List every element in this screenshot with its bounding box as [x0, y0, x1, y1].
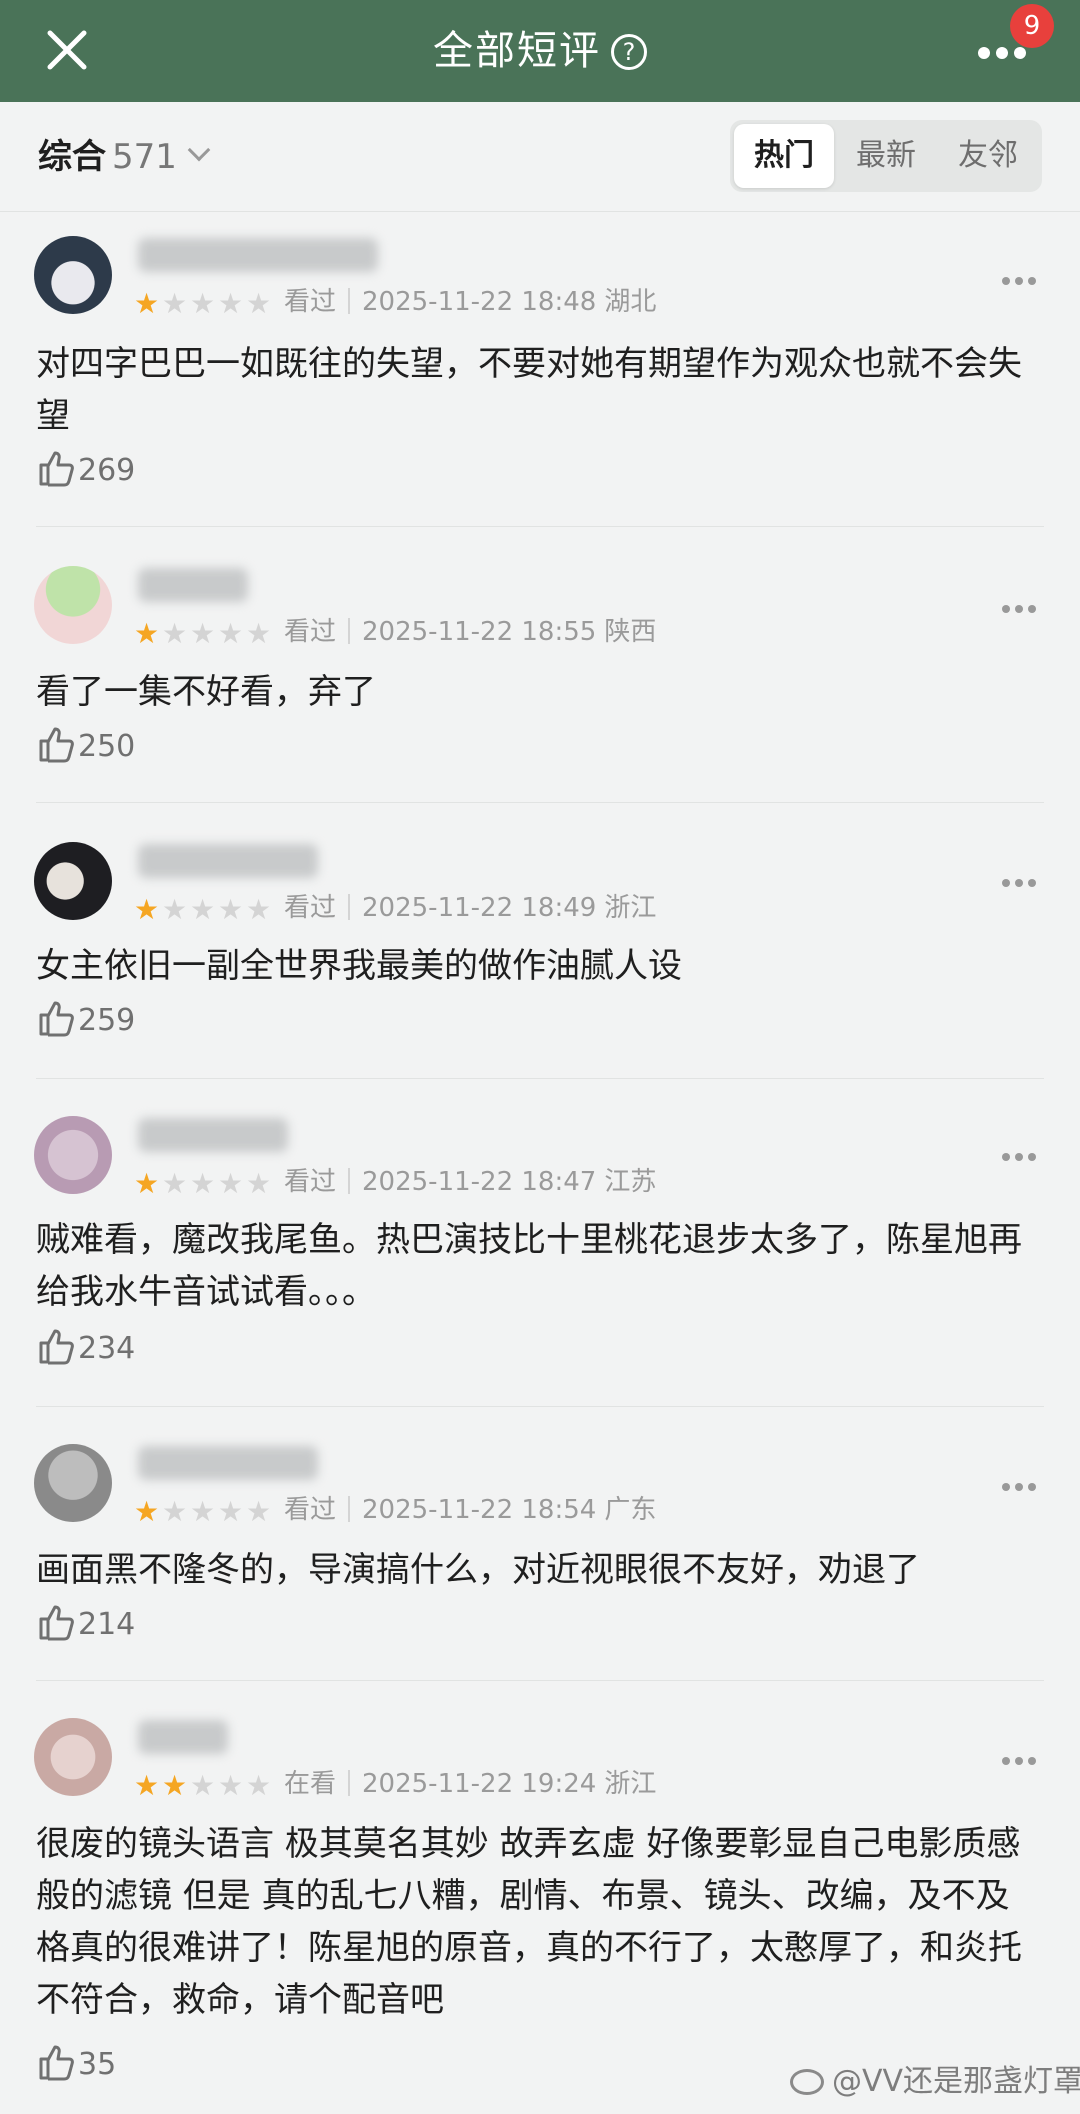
review-text: 贼难看，魔改我尾鱼。热巴演技比十里桃花退步太多了，陈星旭再给我水牛音试试看。。。: [36, 1220, 1022, 1312]
star-rating: ★ ★ ★ ★ ★: [134, 1167, 272, 1200]
like-count: 214: [78, 1607, 136, 1642]
review-date: 2025-11-22 18:47: [362, 1167, 597, 1197]
watermark: @VV还是那盏灯罩: [790, 2060, 1080, 2104]
divider: [36, 802, 1044, 803]
review-text: 画面黑不隆冬的，导演搞什么，对近视眼很不友好，劝退了: [36, 1550, 920, 1590]
star-rating: ★ ★ ★ ★ ★: [134, 1769, 272, 1802]
review-location: 浙江: [604, 1769, 657, 1799]
review-date: 2025-11-22 18:49: [362, 893, 597, 923]
like-button[interactable]: 35: [36, 2042, 116, 2086]
divider: [36, 1680, 1044, 1681]
avatar[interactable]: [34, 1718, 112, 1796]
avatar[interactable]: [34, 842, 112, 920]
review-text: 对四字巴巴一如既往的失望，不要对她有期望作为观众也就不会失望: [36, 344, 1022, 436]
like-count: 35: [78, 2047, 117, 2082]
star-rating: ★ ★ ★ ★ ★: [134, 617, 272, 650]
watch-status: 看过: [284, 1495, 337, 1525]
tab-switcher: 热门 最新 友邻: [730, 120, 1042, 192]
page-title: 全部短评?: [0, 24, 1080, 78]
review-meta: ★ ★ ★ ★ ★ 看过 2025-11-22 18:49 浙江: [134, 888, 656, 928]
sort-label: 综合: [38, 137, 106, 177]
divider: [36, 1078, 1044, 1079]
tab-hot[interactable]: 热门: [734, 124, 834, 188]
watch-status: 看过: [284, 287, 337, 317]
like-button[interactable]: 214: [36, 1602, 135, 1646]
notification-badge: 9: [1010, 4, 1054, 48]
more-options-icon[interactable]: [1002, 1476, 1042, 1491]
star-rating: ★ ★ ★ ★ ★: [134, 893, 272, 926]
username-redacted: [138, 238, 378, 272]
review-date: 2025-11-22 19:24: [362, 1769, 597, 1799]
review-date: 2025-11-22 18:55: [362, 617, 597, 647]
review-meta: ★ ★ ★ ★ ★ 看过 2025-11-22 18:48 湖北: [134, 282, 656, 322]
more-options-icon[interactable]: [1002, 270, 1042, 285]
thumbs-up-icon: [39, 1329, 74, 1365]
like-button[interactable]: 259: [36, 998, 135, 1042]
thumbs-up-icon: [39, 451, 74, 487]
more-options-icon[interactable]: [1002, 872, 1042, 887]
review-meta: ★ ★ ★ ★ ★ 看过 2025-11-22 18:54 广东: [134, 1490, 656, 1530]
review-location: 浙江: [604, 893, 657, 923]
thumbs-up-icon: [39, 1605, 74, 1641]
star-rating: ★ ★ ★ ★ ★: [134, 287, 272, 320]
chevron-down-icon: [187, 138, 211, 162]
username-redacted: [138, 568, 248, 602]
tab-latest[interactable]: 最新: [836, 124, 936, 188]
watch-status: 看过: [284, 617, 337, 647]
username-redacted: [138, 1720, 228, 1754]
like-count: 259: [78, 1003, 136, 1038]
more-options-icon[interactable]: [1002, 598, 1042, 613]
review-meta: ★ ★ ★ ★ ★ 在看 2025-11-22 19:24 浙江: [134, 1764, 656, 1804]
avatar[interactable]: [34, 1116, 112, 1194]
review-text: 很废的镜头语言 极其莫名其妙 故弄玄虚 好像要彰显自己电影质感般的滤镜 但是 真…: [36, 1824, 1022, 2020]
star-rating: ★ ★ ★ ★ ★: [134, 1495, 272, 1528]
review-meta: ★ ★ ★ ★ ★ 看过 2025-11-22 18:55 陕西: [134, 612, 656, 652]
weibo-icon: [790, 2069, 824, 2095]
sort-dropdown[interactable]: 综合 571: [38, 132, 211, 182]
review-location: 广东: [604, 1495, 657, 1525]
like-count: 234: [78, 1331, 136, 1366]
more-options-icon[interactable]: [1002, 1146, 1042, 1161]
more-options-icon[interactable]: [1002, 1750, 1042, 1765]
username-redacted: [138, 844, 318, 878]
divider: [36, 526, 1044, 527]
avatar[interactable]: [34, 1444, 112, 1522]
review-text: 女主依旧一副全世界我最美的做作油腻人设: [36, 946, 682, 986]
username-redacted: [138, 1118, 288, 1152]
review-date: 2025-11-22 18:48: [362, 287, 597, 317]
like-button[interactable]: 234: [36, 1326, 135, 1370]
like-count: 269: [78, 453, 136, 488]
divider: [36, 1406, 1044, 1407]
review-date: 2025-11-22 18:54: [362, 1495, 597, 1525]
watermark-text: @VV还是那盏灯罩: [832, 2064, 1080, 2099]
watch-status: 看过: [284, 893, 337, 923]
thumbs-up-icon: [39, 2045, 74, 2081]
like-button[interactable]: 269: [36, 448, 135, 492]
watch-status: 看过: [284, 1167, 337, 1197]
review-location: 江苏: [604, 1167, 657, 1197]
avatar[interactable]: [34, 566, 112, 644]
thumbs-up-icon: [39, 727, 74, 763]
like-button[interactable]: 250: [36, 724, 135, 768]
review-meta: ★ ★ ★ ★ ★ 看过 2025-11-22 18:47 江苏: [134, 1162, 656, 1202]
top-bar: 全部短评? 9: [0, 0, 1080, 102]
help-icon[interactable]: ?: [611, 34, 647, 70]
avatar[interactable]: [34, 236, 112, 314]
review-location: 湖北: [604, 287, 657, 317]
username-redacted: [138, 1446, 318, 1480]
tab-friends[interactable]: 友邻: [938, 124, 1038, 188]
like-count: 250: [78, 729, 136, 764]
thumbs-up-icon: [39, 1001, 74, 1037]
review-location: 陕西: [604, 617, 657, 647]
sort-count: 571: [112, 137, 177, 177]
review-text: 看了一集不好看，弃了: [36, 672, 376, 712]
page-title-text: 全部短评: [433, 28, 601, 74]
watch-status: 在看: [284, 1769, 337, 1799]
